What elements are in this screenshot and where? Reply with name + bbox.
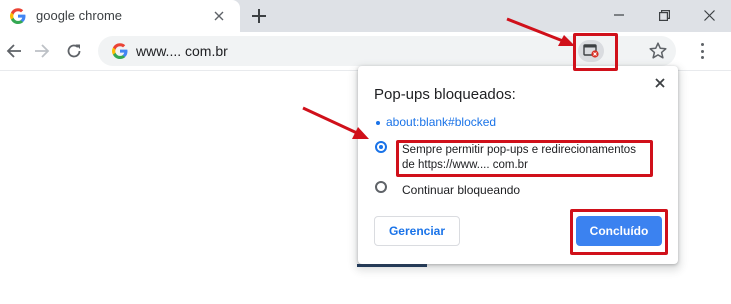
annotation-arrow	[506, 17, 575, 46]
annotation-arrows	[302, 17, 575, 139]
annotation-arrow	[302, 106, 369, 139]
